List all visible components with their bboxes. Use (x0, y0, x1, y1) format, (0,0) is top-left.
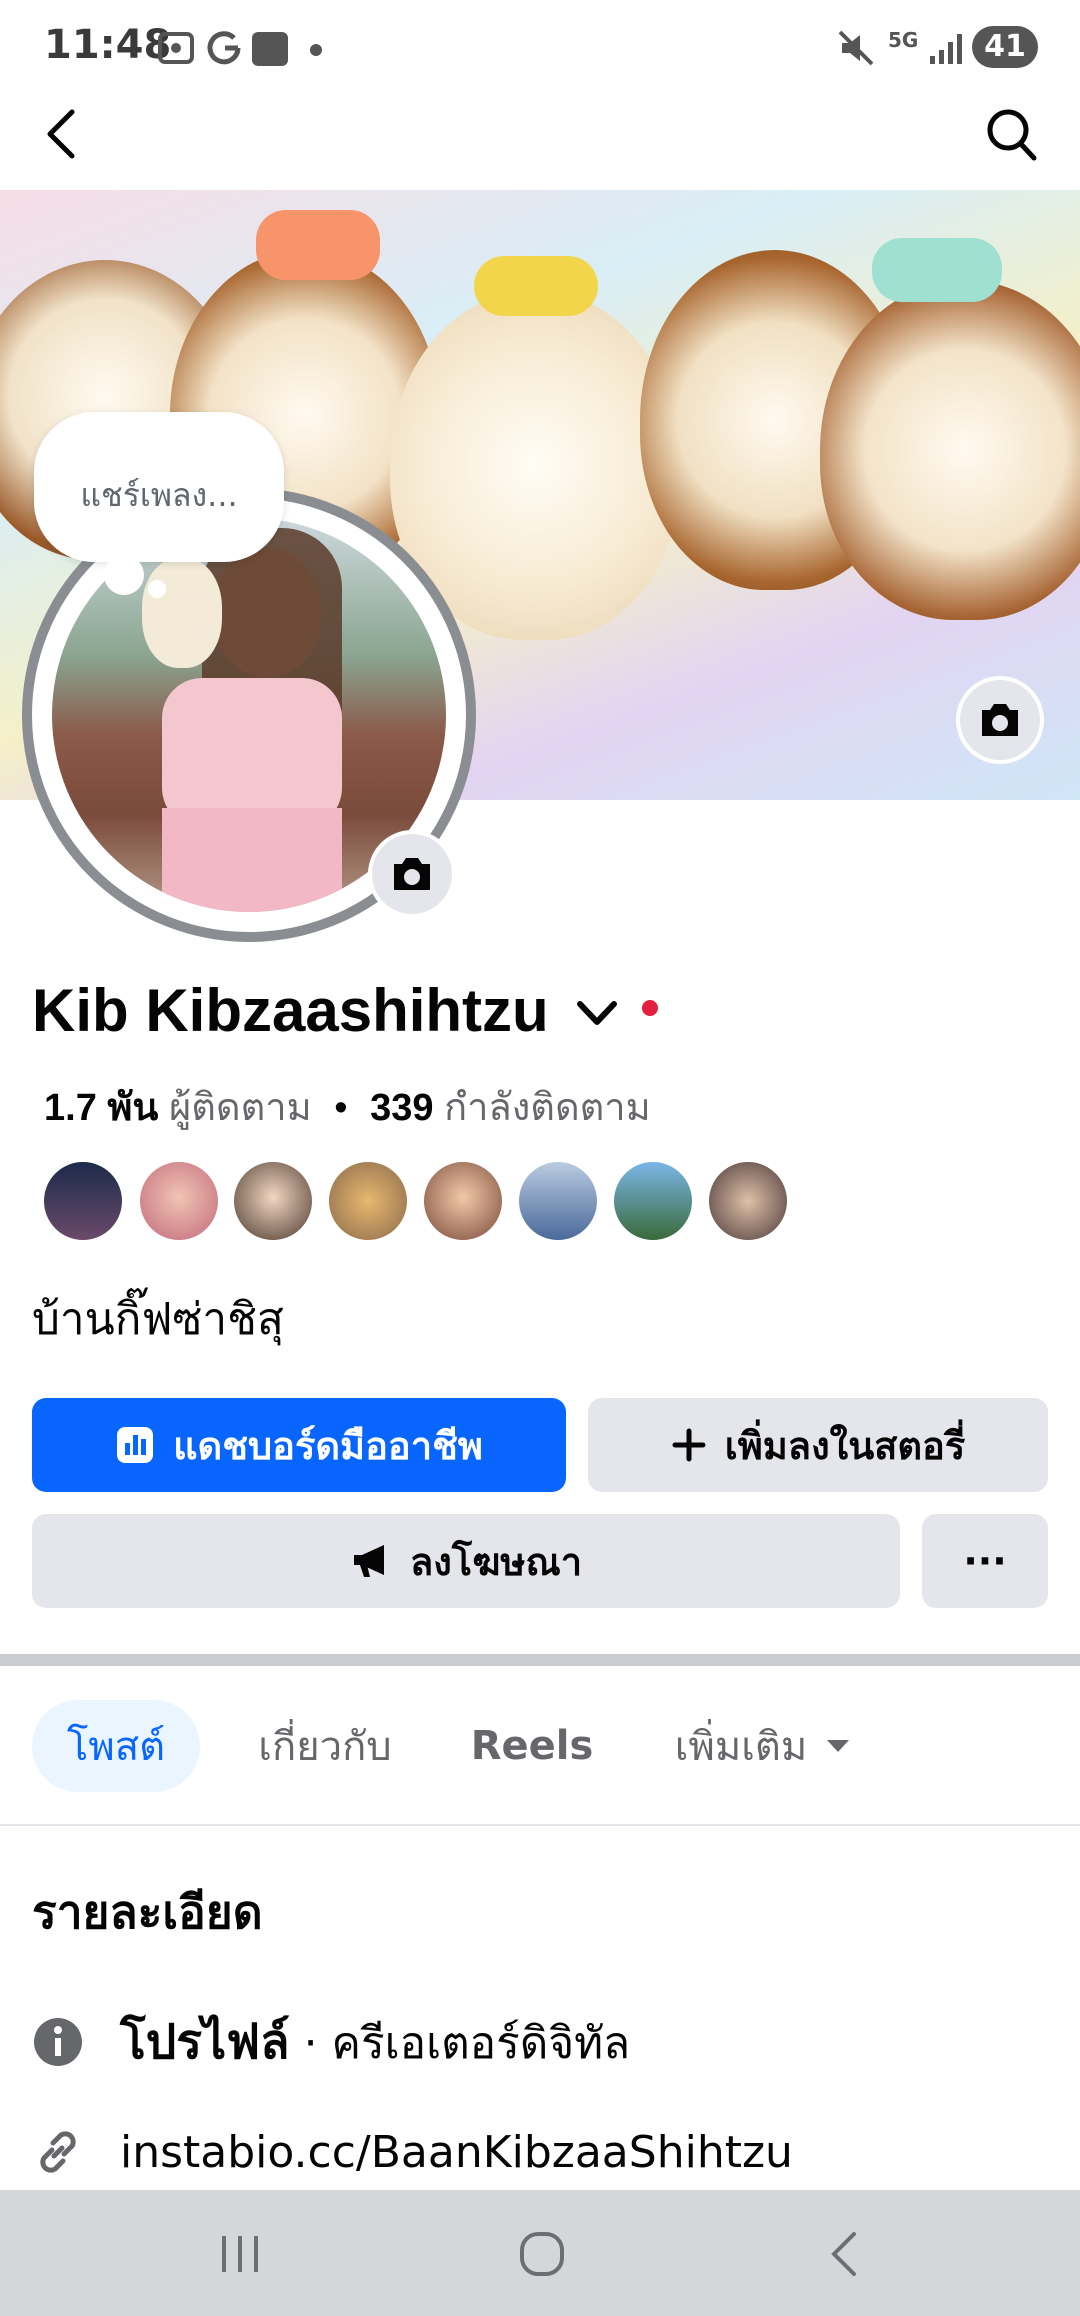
tab-reels-label: Reels (470, 1723, 594, 1769)
cover-camera-button[interactable] (956, 676, 1044, 764)
link-icon (40, 2131, 76, 2173)
bubble-tail-small (148, 580, 166, 598)
bow-yellow (474, 256, 598, 316)
following-label[interactable]: กำลังติดตาม (444, 1087, 651, 1129)
section-divider (0, 1654, 1080, 1666)
recent-apps-icon[interactable] (216, 2230, 264, 2278)
app-notification-icon (252, 32, 288, 66)
professional-dashboard-label: แดชบอร์ดมืออาชีพ (173, 1423, 483, 1468)
google-icon (207, 31, 241, 65)
friend-avatar[interactable] (422, 1160, 504, 1242)
info-icon (34, 2018, 82, 2066)
bow-orange (256, 210, 380, 280)
profile-stats: 1.7 พัน ผู้ติดตาม • 339 กำลังติดตาม (44, 1076, 651, 1137)
tab-reels[interactable]: Reels (462, 1700, 602, 1792)
status-bar: 11:48 5G 41 (0, 0, 1080, 92)
camera-icon (982, 704, 1018, 736)
caret-down-icon (827, 1740, 850, 1752)
mute-icon (838, 30, 874, 66)
home-icon[interactable] (516, 2228, 568, 2280)
followers-count[interactable]: 1.7 พัน (44, 1087, 158, 1129)
chevron-down-icon[interactable] (572, 988, 622, 1038)
profile-link[interactable]: instabio.cc/BaanKibzaaShihtzu (120, 2127, 793, 2178)
tab-divider (0, 1824, 1080, 1826)
profile-camera-button[interactable] (368, 830, 456, 918)
friend-avatar[interactable] (612, 1160, 694, 1242)
tab-posts[interactable]: โพสต์ (32, 1700, 200, 1792)
friend-avatar[interactable] (42, 1160, 124, 1242)
profile-name: Kib Kibzaashihtzu (32, 977, 549, 1044)
status-time: 11:48 (44, 22, 172, 68)
notification-dot (642, 1000, 658, 1016)
back-icon[interactable] (40, 104, 84, 164)
dashboard-icon (117, 1427, 154, 1463)
nav-back-icon[interactable] (822, 2228, 870, 2280)
professional-dashboard-button[interactable]: แดชบอร์ดมืออาชีพ (32, 1398, 566, 1492)
signal-icon (930, 34, 962, 64)
plus-icon (672, 1428, 706, 1462)
bow-mint (872, 238, 1002, 302)
friend-avatar[interactable] (232, 1160, 314, 1242)
share-music-text: แชร์เพลง... (80, 476, 238, 514)
profile-bio: บ้านกิ๊ฟซ่าชิสุ (32, 1294, 284, 1345)
screenshot-icon (158, 32, 194, 64)
friend-avatar[interactable] (517, 1160, 599, 1242)
battery-indicator: 41 (972, 26, 1038, 68)
more-options-button[interactable]: ··· (922, 1514, 1048, 1608)
add-to-story-label: เพิ่มลงในสตอรี่ (724, 1423, 966, 1468)
profile-category: · ครีเอเตอร์ดิจิทัล (289, 2018, 631, 2069)
megaphone-icon (353, 1545, 384, 1577)
tab-more-label: เพิ่มเติม (674, 1724, 808, 1770)
following-count[interactable]: 339 (370, 1087, 433, 1129)
advertise-button[interactable]: ลงโฆษณา (32, 1514, 900, 1608)
search-icon[interactable] (984, 104, 1040, 164)
tab-about-label: เกี่ยวกับ (258, 1724, 392, 1770)
more-notifications-dot (310, 44, 322, 56)
tab-posts-label: โพสต์ (66, 1724, 166, 1770)
profile-link-row[interactable]: instabio.cc/BaanKibzaaShihtzu (32, 2122, 793, 2182)
followers-label[interactable]: ผู้ติดตาม (169, 1087, 312, 1129)
profile-label: โปรไฟล์ (120, 2014, 290, 2070)
bubble-tail (104, 555, 144, 595)
tab-more[interactable]: เพิ่มเติม (660, 1700, 870, 1792)
details-title: รายละเอียด (32, 1885, 263, 1939)
profile-category-row[interactable]: โปรไฟล์ · ครีเอเตอร์ดิจิทัล (32, 2012, 630, 2072)
advertise-label: ลงโฆษณา (409, 1539, 583, 1584)
add-to-story-button[interactable]: เพิ่มลงในสตอรี่ (588, 1398, 1048, 1492)
tab-about[interactable]: เกี่ยวกับ (240, 1700, 410, 1792)
system-navigation-bar (0, 2190, 1080, 2316)
stats-separator: • (334, 1087, 348, 1129)
more-options-label: ··· (963, 1539, 1007, 1583)
network-type: 5G (888, 28, 919, 52)
camera-icon (394, 858, 430, 890)
friend-avatar[interactable] (327, 1160, 409, 1242)
friend-avatar[interactable] (138, 1160, 220, 1242)
friend-avatar[interactable] (707, 1160, 789, 1242)
